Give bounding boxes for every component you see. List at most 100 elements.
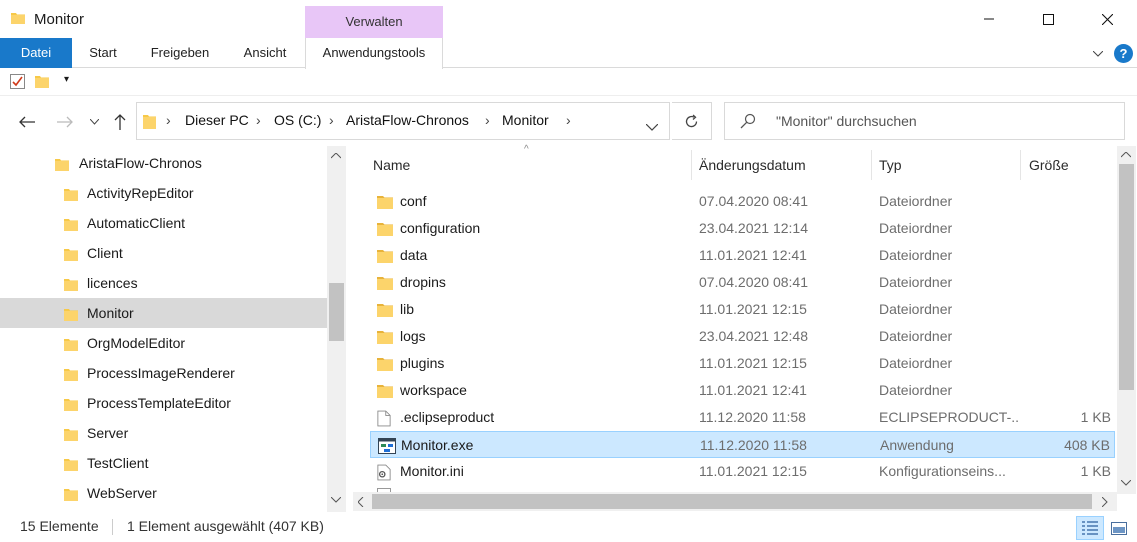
nav-item[interactable]: WebServer: [0, 478, 327, 508]
folder-icon: [377, 221, 393, 236]
nav-scrollbar-thumb[interactable]: [329, 283, 344, 341]
column-header-date[interactable]: Änderungsdatum: [699, 152, 806, 178]
nav-item[interactable]: OrgModelEditor: [0, 328, 327, 358]
search-input[interactable]: "Monitor" durchsuchen: [776, 113, 917, 129]
nav-item[interactable]: ActivityRepEditor: [0, 178, 327, 208]
breadcrumb-os-c[interactable]: OS (C:): [274, 112, 321, 128]
breadcrumb-monitor[interactable]: Monitor: [502, 112, 549, 128]
tab-datei[interactable]: Datei: [0, 38, 72, 68]
properties-icon[interactable]: [10, 74, 25, 89]
tab-freigeben[interactable]: Freigeben: [140, 38, 220, 68]
window-title: Monitor: [34, 11, 85, 28]
nav-item[interactable]: Monitor: [0, 298, 327, 328]
large-icons-view-button[interactable]: [1108, 518, 1130, 538]
maximize-icon: [1042, 13, 1054, 25]
scroll-left-icon[interactable]: [358, 497, 364, 507]
refresh-button[interactable]: [672, 102, 712, 140]
close-button[interactable]: [1084, 0, 1130, 38]
nav-item[interactable]: licences: [0, 268, 327, 298]
folder-icon: [377, 302, 393, 317]
file-row[interactable]: plugins 11.01.2021 12:15 Dateiordner: [370, 350, 1115, 377]
nav-item[interactable]: Server: [0, 418, 327, 448]
breadcrumb-separator[interactable]: ›: [256, 112, 261, 128]
scroll-up-icon[interactable]: [1121, 152, 1131, 158]
column-divider[interactable]: [1020, 150, 1021, 180]
nav-item[interactable]: AristaFlow-Chronos: [0, 148, 327, 178]
details-view-button[interactable]: [1076, 516, 1104, 540]
file-row[interactable]: conf 07.04.2020 08:41 Dateiordner: [370, 188, 1115, 215]
scroll-up-icon[interactable]: [331, 153, 341, 159]
file-type: Dateiordner: [879, 193, 953, 209]
breadcrumb-separator[interactable]: ›: [329, 112, 334, 128]
file-date: 11.01.2021 12:41: [699, 382, 807, 398]
scroll-down-icon[interactable]: [1121, 480, 1131, 486]
file-type: Dateiordner: [879, 355, 953, 371]
minimize-button[interactable]: [966, 0, 1012, 38]
column-header-type[interactable]: Typ: [879, 152, 902, 178]
file-row[interactable]: dropins 07.04.2020 08:41 Dateiordner: [370, 269, 1115, 296]
chevron-down-icon: [89, 119, 99, 125]
maximize-button[interactable]: [1025, 0, 1071, 38]
nav-item-label: TestClient: [87, 455, 149, 471]
help-icon[interactable]: ?: [1114, 44, 1133, 63]
nav-item[interactable]: TestClient: [0, 448, 327, 478]
nav-item-label: Server: [87, 425, 129, 441]
status-item-count: 15 Elemente: [20, 518, 99, 534]
file-row[interactable]: lib 11.01.2021 12:15 Dateiordner: [370, 296, 1115, 323]
new-folder-icon[interactable]: [35, 75, 49, 88]
column-divider[interactable]: [691, 150, 692, 180]
tab-ansicht[interactable]: Ansicht: [234, 38, 296, 68]
file-row[interactable]: Monitor.exe 11.12.2020 11:58 Anwendung 408 …: [370, 431, 1115, 458]
breadcrumb-aristaflow-chronos[interactable]: AristaFlow-Chronos: [346, 112, 469, 128]
folder-icon: [64, 368, 78, 381]
scroll-down-icon[interactable]: [331, 497, 341, 503]
folder-icon: [64, 458, 78, 471]
folder-icon: [377, 329, 393, 344]
folder-icon: [377, 383, 393, 398]
back-button[interactable]: [14, 108, 40, 136]
file-name: configuration: [400, 220, 481, 236]
tab-anwendungstools[interactable]: Anwendungstools: [305, 38, 443, 69]
list-hscrollbar-thumb[interactable]: [372, 494, 1092, 509]
address-dropdown-button[interactable]: [645, 118, 659, 134]
file-name: dropins: [400, 274, 446, 290]
recent-locations-button[interactable]: [82, 108, 106, 136]
up-button[interactable]: [107, 108, 133, 136]
breadcrumb-separator[interactable]: ›: [166, 112, 171, 128]
file-row[interactable]: data 11.01.2021 12:41 Dateiordner: [370, 242, 1115, 269]
file-name: workspace: [400, 382, 467, 398]
nav-item[interactable]: AutomaticClient: [0, 208, 327, 238]
file-date: 11.01.2021 12:15: [699, 355, 807, 371]
file-name: lib: [400, 301, 415, 317]
file-row[interactable]: configuration 23.04.2021 12:14 Dateiordner: [370, 215, 1115, 242]
breadcrumb-separator[interactable]: ›: [566, 112, 571, 128]
tab-start[interactable]: Start: [76, 38, 130, 68]
folder-icon: [377, 248, 393, 263]
folder-icon: [377, 194, 393, 209]
details-view-icon: [1082, 521, 1098, 535]
nav-item-label: Client: [87, 245, 123, 261]
column-header-size[interactable]: Größe: [1029, 152, 1069, 178]
expand-ribbon-button[interactable]: [1088, 44, 1108, 64]
file-row[interactable]: workspace 11.01.2021 12:41 Dateiordner: [370, 377, 1115, 404]
exe-icon: [378, 438, 396, 454]
file-type: Konfigurationseins...: [879, 463, 1006, 479]
file-row[interactable]: Monitor.ini 11.01.2021 12:15 Konfiguration…: [370, 458, 1115, 485]
arrow-left-icon: [19, 116, 35, 128]
folder-icon: [64, 188, 78, 201]
customize-toolbar-icon[interactable]: ▾: [64, 74, 69, 85]
nav-item[interactable]: ProcessTemplateEditor: [0, 388, 327, 418]
breadcrumb-separator[interactable]: ›: [485, 112, 490, 128]
file-row[interactable]: .eclipseproduct 11.12.2020 11:58 ECLIPSEPR…: [370, 404, 1115, 431]
nav-item[interactable]: ProcessImageRenderer: [0, 358, 327, 388]
breadcrumb-dieser-pc[interactable]: Dieser PC: [185, 112, 249, 128]
nav-item[interactable]: Client: [0, 238, 327, 268]
column-header-name[interactable]: Name: [373, 152, 410, 178]
scroll-right-icon[interactable]: [1102, 497, 1108, 507]
file-row[interactable]: logs 23.04.2021 12:48 Dateiordner: [370, 323, 1115, 350]
forward-button[interactable]: [52, 108, 78, 136]
close-icon: [1101, 13, 1113, 25]
column-divider[interactable]: [871, 150, 872, 180]
file-date: 07.04.2020 08:41: [699, 274, 808, 290]
list-scrollbar-thumb[interactable]: [1119, 164, 1134, 390]
